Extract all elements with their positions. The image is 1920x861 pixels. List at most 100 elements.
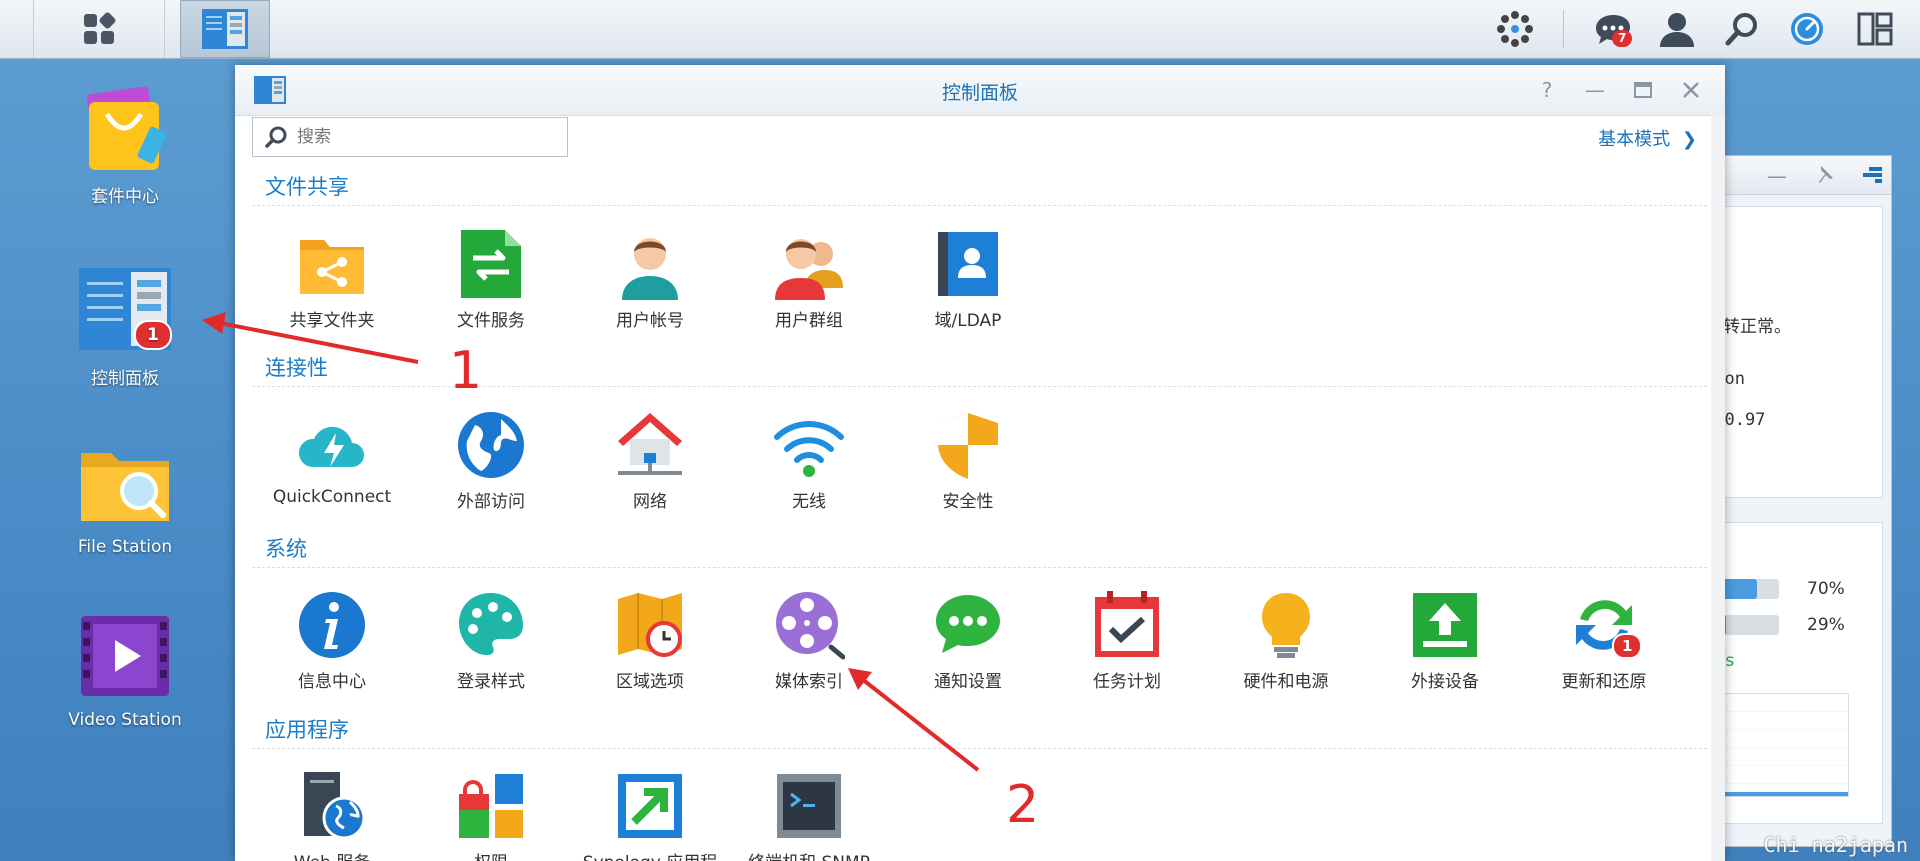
desktop-package-center[interactable]: 套件中心 xyxy=(50,80,200,207)
item-label: 权限 xyxy=(474,853,508,861)
user-icon xyxy=(614,228,686,300)
section-divider xyxy=(252,205,1707,206)
search-box[interactable] xyxy=(252,117,568,157)
apps-button[interactable] xyxy=(1490,0,1540,58)
item-task-scheduler[interactable]: 任务计划 xyxy=(1047,589,1207,692)
window-scrollbar[interactable] xyxy=(1711,115,1725,861)
item-external-access[interactable]: 外部访问 xyxy=(411,409,571,512)
minimize-button[interactable]: — xyxy=(1582,77,1608,103)
item-update-restore[interactable]: 1 更新和还原 xyxy=(1524,589,1684,692)
item-group[interactable]: 用户群组 xyxy=(729,228,889,331)
desktop-label: 套件中心 xyxy=(91,187,159,207)
close-button[interactable] xyxy=(1678,77,1704,103)
close-icon xyxy=(1683,82,1699,98)
section-system: 系统 xyxy=(265,537,307,561)
file-services-icon xyxy=(455,228,527,300)
search-icon xyxy=(265,126,287,148)
search-input[interactable] xyxy=(295,126,549,148)
update-badge: 1 xyxy=(1612,633,1643,659)
resource-monitor-button[interactable] xyxy=(1782,0,1832,58)
cloud-bolt-icon xyxy=(296,409,368,481)
item-label: 区域选项 xyxy=(616,672,684,692)
search-button[interactable] xyxy=(1718,0,1768,58)
section-file-sharing: 文件共享 xyxy=(265,175,349,199)
help-button[interactable]: ? xyxy=(1534,77,1560,103)
lightbulb-icon xyxy=(1250,589,1322,661)
item-label: 用户群组 xyxy=(775,311,843,331)
item-label: 终端机和 SNMP xyxy=(748,853,870,861)
window-titlebar[interactable]: 控制面板 ? — xyxy=(235,65,1725,116)
item-security[interactable]: 安全性 xyxy=(888,409,1048,512)
section-divider xyxy=(252,748,1707,749)
film-reel-icon xyxy=(773,589,846,661)
item-label: 用户帐号 xyxy=(616,311,684,331)
item-wireless[interactable]: 无线 xyxy=(729,409,889,512)
item-user[interactable]: 用户帐号 xyxy=(570,228,730,331)
item-label: 信息中心 xyxy=(298,672,366,692)
notifications-button[interactable]: 7 xyxy=(1588,0,1638,58)
item-synology-applications[interactable]: Synology 应用程 xyxy=(570,770,730,861)
item-login-style[interactable]: 登录样式 xyxy=(411,589,571,692)
item-label: 外部访问 xyxy=(457,492,525,512)
calendar-check-icon xyxy=(1091,589,1163,661)
item-label: 安全性 xyxy=(942,492,994,512)
item-domain-ldap[interactable]: 域/LDAP xyxy=(888,228,1048,331)
item-media-indexing[interactable]: 媒体索引 xyxy=(729,589,889,692)
item-file-services[interactable]: 文件服务 xyxy=(411,228,571,331)
item-notification[interactable]: 通知设置 xyxy=(888,589,1048,692)
item-label: Synology 应用程 xyxy=(583,853,717,861)
pin-icon[interactable] xyxy=(1813,164,1835,186)
item-label: 域/LDAP xyxy=(934,311,1002,331)
item-terminal-snmp[interactable]: 终端机和 SNMP xyxy=(729,770,889,861)
refresh-icon: 1 xyxy=(1568,589,1643,661)
control-panel-window: 控制面板 ? — 基本模式 ❯ 文件共享 共享文件夹 文件服务 xyxy=(235,65,1725,861)
item-web-services[interactable]: Web 服务 xyxy=(252,770,412,861)
palette-icon xyxy=(455,589,527,661)
basic-mode-label: 基本模式 xyxy=(1598,129,1671,150)
taskbar-control-panel[interactable] xyxy=(180,0,270,58)
item-network[interactable]: 网络 xyxy=(570,409,730,512)
item-regional-options[interactable]: 区域选项 xyxy=(570,589,730,692)
item-label: 硬件和电源 xyxy=(1243,672,1329,692)
web-server-icon xyxy=(296,770,368,842)
network-house-icon xyxy=(614,409,686,481)
help-icon: ? xyxy=(1541,78,1553,102)
item-hardware-power[interactable]: 硬件和电源 xyxy=(1206,589,1366,692)
user-button[interactable] xyxy=(1652,0,1702,58)
widgets-button[interactable] xyxy=(1850,0,1900,58)
desktop-file-station[interactable]: File Station xyxy=(50,435,200,557)
item-quickconnect[interactable]: QuickConnect xyxy=(252,409,412,507)
item-privileges[interactable]: 权限 xyxy=(411,770,571,861)
cpu-percent: 70% xyxy=(1807,579,1845,599)
shared-folder-icon xyxy=(296,228,368,300)
chevron-right-icon: ❯ xyxy=(1681,129,1697,150)
maximize-button[interactable] xyxy=(1630,77,1656,103)
info-icon xyxy=(296,589,368,661)
main-menu-button[interactable] xyxy=(33,0,165,58)
item-shared-folder[interactable]: 共享文件夹 xyxy=(252,228,412,331)
item-external-devices[interactable]: 外接设备 xyxy=(1365,589,1525,692)
item-label: 文件服务 xyxy=(457,311,525,331)
basic-mode-link[interactable]: 基本模式 ❯ xyxy=(1598,125,1697,151)
minimize-icon: — xyxy=(1585,78,1605,102)
watermark: Chi na2japan xyxy=(1763,833,1909,857)
map-clock-icon xyxy=(614,589,686,661)
wifi-icon xyxy=(773,409,845,481)
desktop-video-station[interactable]: Video Station xyxy=(50,608,200,730)
item-info-center[interactable]: 信息中心 xyxy=(252,589,412,692)
annotation-arrowhead-1 xyxy=(202,312,226,334)
globe-icon xyxy=(455,409,527,481)
shopping-bag-icon xyxy=(77,80,173,176)
minimize-icon[interactable]: — xyxy=(1767,164,1787,188)
item-label: 网络 xyxy=(633,492,667,512)
user-icon xyxy=(1660,13,1694,47)
desktop-label: 控制面板 xyxy=(91,369,159,389)
desktop-control-panel[interactable]: 1 控制面板 xyxy=(50,262,200,389)
notification-badge: 7 xyxy=(1612,30,1633,47)
directory-icon xyxy=(932,228,1004,300)
control-panel-icon: 1 xyxy=(77,262,173,358)
lock-grid-icon xyxy=(455,770,527,842)
item-label: 任务计划 xyxy=(1093,672,1161,692)
annotation-number-1: 1 xyxy=(449,341,483,401)
widget-layout-icon[interactable] xyxy=(1861,166,1883,184)
